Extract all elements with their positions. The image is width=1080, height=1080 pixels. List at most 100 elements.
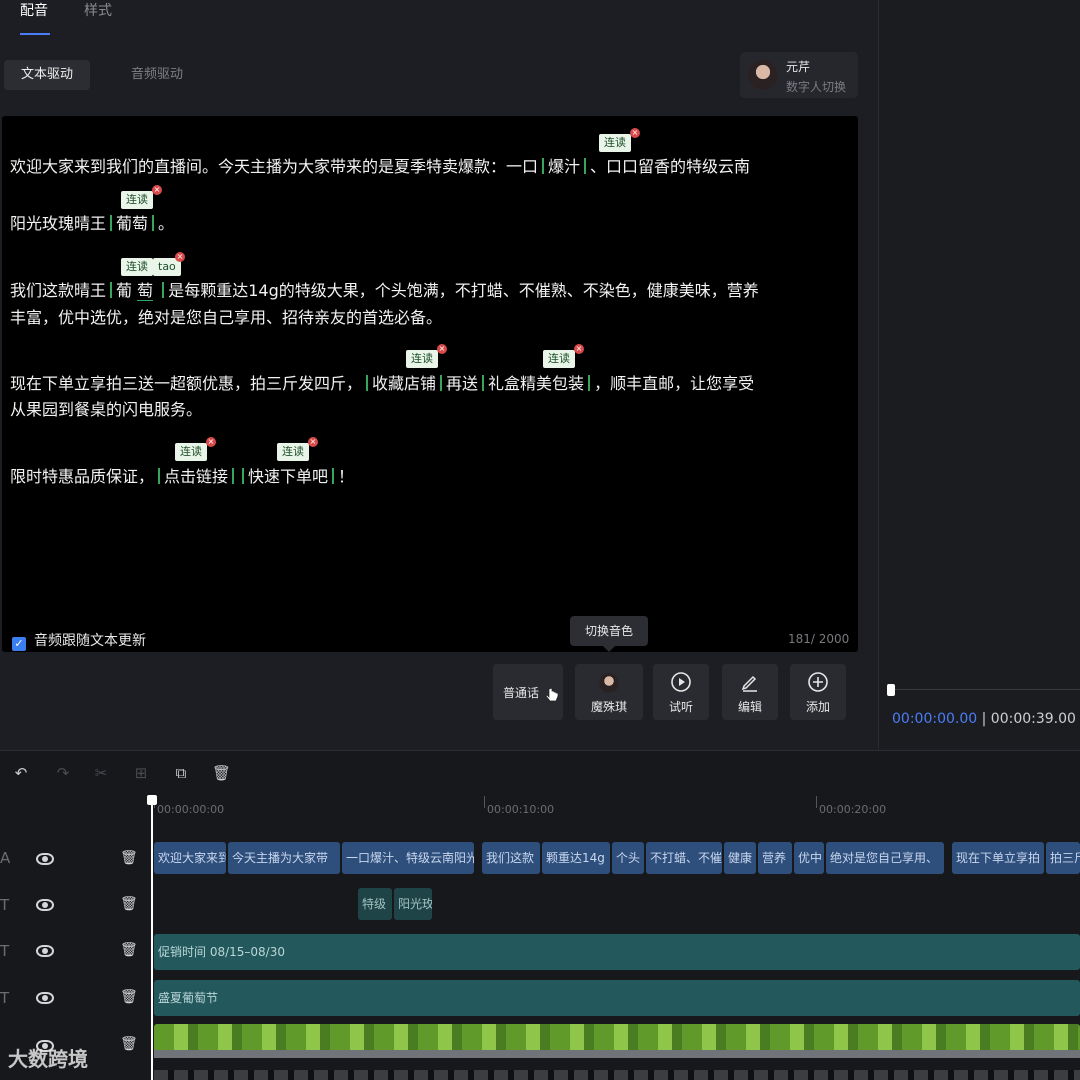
plus-circle-icon: [808, 672, 828, 692]
trash-icon[interactable]: 🗑: [120, 942, 138, 958]
timeline-clip[interactable]: 特级: [358, 888, 392, 920]
pause-marker-icon[interactable]: [108, 282, 115, 298]
timeline-clip[interactable]: 欢迎大家来到: [154, 842, 226, 874]
timeline-clip[interactable]: 颗重达14g: [542, 842, 610, 874]
audio-follow-text-option[interactable]: ✓ 音频跟随文本更新: [12, 630, 146, 651]
trash-icon[interactable]: 🗑: [120, 989, 138, 1005]
tab-audio-drive[interactable]: 音频驱动: [114, 60, 200, 90]
liaison-badge[interactable]: 连读: [599, 134, 631, 152]
timeline-clip[interactable]: 现在下单立享拍: [952, 842, 1044, 874]
liaison-badge[interactable]: 连读: [175, 443, 207, 461]
close-icon[interactable]: ×: [152, 185, 162, 195]
pause-marker-icon[interactable]: [160, 282, 167, 298]
pause-marker-icon[interactable]: [480, 375, 487, 391]
trash-icon[interactable]: 🗑: [120, 896, 138, 912]
listen-button[interactable]: 试听: [653, 664, 709, 720]
text-segment: 葡: [116, 281, 133, 300]
pause-marker-icon[interactable]: [150, 215, 157, 231]
editor-line-7: 限时特惠品质保证， 点击链接 快速下单吧 ！: [10, 464, 354, 490]
checkbox-checked-icon[interactable]: ✓: [12, 637, 26, 651]
pause-marker-icon[interactable]: [240, 468, 247, 484]
ruler-tick: [816, 796, 817, 808]
pause-marker-icon[interactable]: [438, 375, 445, 391]
eye-icon[interactable]: [36, 899, 54, 911]
crop-icon[interactable]: ⊞: [132, 764, 150, 782]
text-segment: 收藏店铺: [372, 374, 437, 393]
timeline-clip[interactable]: 绝对是您自己享用、: [826, 842, 944, 874]
eye-icon[interactable]: [36, 853, 54, 865]
switch-voice-button[interactable]: 魔殊琪: [575, 664, 643, 720]
dialect-select-button[interactable]: 普通话: [493, 664, 563, 720]
timeline-clip[interactable]: 拍三斤: [1046, 842, 1080, 874]
close-icon[interactable]: ×: [437, 344, 447, 354]
liaison-badge[interactable]: 连读: [121, 191, 153, 209]
liaison-badge[interactable]: 连读: [543, 350, 575, 368]
timeline-clip[interactable]: 个头: [612, 842, 644, 874]
playhead-handle[interactable]: [147, 795, 157, 805]
timeline-clip[interactable]: 不打蜡、不催: [646, 842, 722, 874]
pause-marker-icon[interactable]: [586, 375, 593, 391]
digital-human-switch-label: 数字人切换: [786, 80, 847, 94]
close-icon[interactable]: ×: [175, 252, 185, 262]
pause-marker-icon[interactable]: [582, 158, 589, 174]
close-icon[interactable]: ×: [308, 437, 318, 447]
close-icon[interactable]: ×: [206, 437, 216, 447]
tab-text-drive[interactable]: 文本驱动: [4, 60, 91, 90]
voice-name-label: 魔殊琪: [590, 700, 627, 714]
close-icon[interactable]: ×: [574, 344, 584, 354]
close-icon[interactable]: ×: [630, 128, 640, 138]
active-tab-indicator: [20, 33, 50, 35]
timeline-clip[interactable]: 健康: [724, 842, 756, 874]
liaison-badge[interactable]: 连读: [406, 350, 438, 368]
pencil-icon: [741, 675, 757, 692]
pause-marker-icon[interactable]: [364, 375, 371, 391]
split-icon[interactable]: ✂: [92, 764, 110, 782]
tab-dubbing[interactable]: 配音: [20, 0, 48, 20]
text-segment: 是每颗重达14g的特级大果，个头饱满，不打蜡、不催熟、不染色，健康美味，营养: [168, 281, 759, 300]
text-segment: 点击链接: [164, 467, 229, 486]
scrubber-handle[interactable]: [887, 684, 895, 696]
delete-icon[interactable]: 🗑: [212, 764, 231, 782]
liaison-badge[interactable]: 连读: [121, 258, 153, 276]
digital-human-switch[interactable]: 元芹 数字人切换: [740, 52, 858, 98]
pinyin-annotated-char[interactable]: 萄: [137, 281, 154, 301]
pause-marker-icon[interactable]: [156, 468, 163, 484]
tab-style[interactable]: 样式: [84, 0, 112, 20]
timeline-clip[interactable]: 今天主播为大家带: [228, 842, 340, 874]
edit-button[interactable]: 编辑: [722, 664, 778, 720]
timeline-clip[interactable]: 营养: [758, 842, 792, 874]
app-root: 配音 样式 文本驱动 音频驱动 元芹 数字人切换 欢迎大家来到我们的直播间。今天…: [0, 0, 1080, 1080]
timeline-clip[interactable]: 阳光玫: [394, 888, 432, 920]
pause-marker-icon[interactable]: [330, 468, 337, 484]
timeline-clip[interactable]: 我们这款: [482, 842, 540, 874]
pause-marker-icon[interactable]: [108, 215, 115, 231]
eye-icon[interactable]: [36, 945, 54, 957]
liaison-badge[interactable]: 连读: [277, 443, 309, 461]
current-time: 00:00:00.00: [892, 711, 978, 727]
timeline-clip[interactable]: 盛夏葡萄节: [154, 980, 1080, 1016]
ruler-label: 00:00:00:00: [157, 803, 225, 816]
trash-icon[interactable]: 🗑: [120, 1036, 138, 1052]
timeline-clip[interactable]: 促销时间 08/15–08/30: [154, 934, 1080, 970]
pause-marker-icon[interactable]: [540, 158, 547, 174]
undo-icon[interactable]: ↶: [12, 764, 30, 782]
cursor-hand-icon: [545, 688, 559, 702]
ruler-label: 00:00:10:00: [487, 803, 555, 816]
video-track-thumbnails-2[interactable]: [154, 1070, 1080, 1080]
redo-icon[interactable]: ↷: [54, 764, 72, 782]
trash-icon[interactable]: 🗑: [120, 850, 138, 866]
time-separator: |: [977, 711, 991, 727]
eye-icon[interactable]: [36, 992, 54, 1004]
audio-follow-label: 音频跟随文本更新: [34, 633, 146, 649]
timeline-clip[interactable]: 优中: [794, 842, 824, 874]
editor-line-4: 丰富，优中选优，绝对是您自己享用、招待亲友的首选必备。: [10, 305, 442, 331]
editor-line-3: 我们这款晴王葡 萄 是每颗重达14g的特级大果，个头饱满，不打蜡、不催熟、不染色…: [10, 278, 759, 304]
ruler-tick: [484, 796, 485, 808]
playhead[interactable]: [151, 796, 153, 1080]
timeline-clip[interactable]: 一口爆汁、特级云南阳光: [342, 842, 474, 874]
video-track-thumbnails[interactable]: [154, 1024, 1080, 1058]
preview-scrubber[interactable]: [888, 689, 1080, 690]
copy-icon[interactable]: ⧉: [172, 764, 190, 782]
pause-marker-icon[interactable]: [230, 468, 237, 484]
add-button[interactable]: 添加: [790, 664, 846, 720]
